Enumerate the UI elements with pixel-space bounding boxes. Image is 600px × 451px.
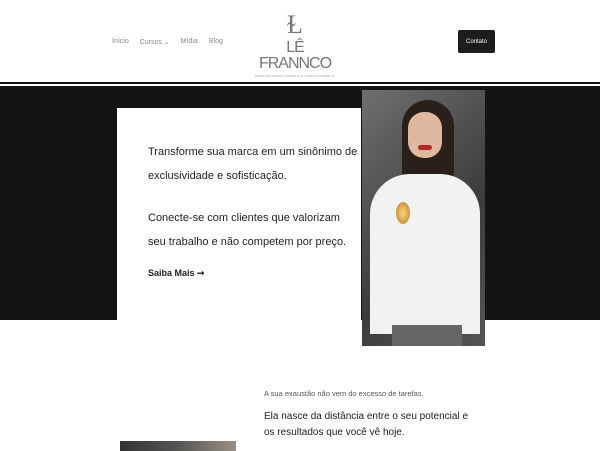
hero-card: Transforme sua marca em um sinônimo de e… [117, 108, 361, 346]
section-intro: A sua exaustão não vem do excesso de tar… [264, 389, 424, 398]
hero-photo [362, 90, 485, 346]
lightbulb-icon [396, 202, 410, 224]
logo-name: LÊ FRANNCO [258, 39, 332, 72]
hero-text-2: Conecte-se com clientes que valorizam se… [148, 212, 347, 248]
photo-shirt [370, 174, 480, 334]
main-nav: Início Cursos ⌄ Mídia Blog [112, 38, 223, 46]
photo-skirt [392, 325, 462, 346]
section-lead: Ela nasce da distância entre o seu poten… [264, 411, 469, 438]
nav-inicio[interactable]: Início [112, 38, 129, 46]
nav-cursos[interactable]: Cursos ⌄ [140, 38, 170, 46]
hero-text-1: Transforme sua marca em um sinônimo de e… [148, 146, 358, 182]
logo-tagline: MENTORA MARCA PESSOAL E POSICIONAMENTO [255, 74, 335, 78]
saiba-mais-link[interactable]: Saiba Mais ➞ [148, 268, 361, 279]
photo-face [408, 112, 442, 158]
nav-blog[interactable]: Blog [209, 38, 223, 46]
photo-lips [418, 145, 432, 150]
logo-monogram: Ɫ [287, 10, 303, 40]
section-image [120, 441, 236, 451]
nav-midia[interactable]: Mídia [181, 38, 198, 46]
header: Início Cursos ⌄ Mídia Blog Ɫ LÊ FRANNCO … [0, 0, 600, 84]
contact-button[interactable]: Contato [458, 30, 495, 53]
logo[interactable]: Ɫ LÊ FRANNCO MENTORA MARCA PESSOAL E POS… [250, 10, 340, 78]
